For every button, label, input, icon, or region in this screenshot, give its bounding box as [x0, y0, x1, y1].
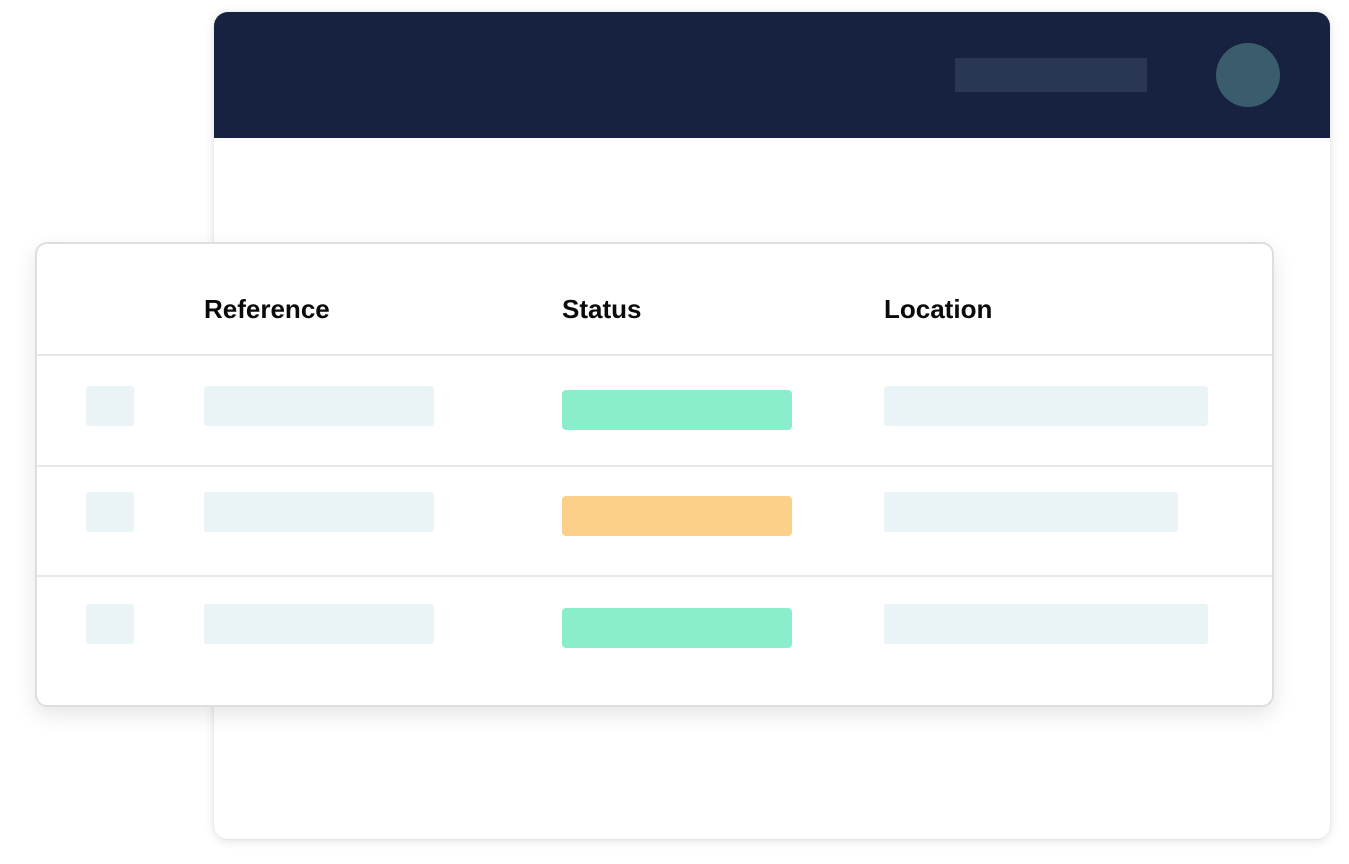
row-checkbox-placeholder[interactable] [86, 492, 134, 532]
search-input-placeholder[interactable] [955, 58, 1147, 92]
status-badge [562, 608, 792, 648]
stage: Reference Status Location [0, 0, 1349, 864]
column-header-reference: Reference [204, 294, 330, 324]
reference-placeholder [204, 386, 434, 426]
table-row[interactable] [37, 577, 1272, 705]
status-badge [562, 390, 792, 430]
table-row[interactable] [37, 467, 1272, 577]
app-header [214, 12, 1330, 138]
column-header-location: Location [884, 294, 993, 324]
table-header: Reference Status Location [37, 244, 1272, 356]
reference-placeholder [204, 604, 434, 644]
table-card: Reference Status Location [35, 242, 1274, 707]
status-badge [562, 496, 792, 536]
column-header-status: Status [562, 294, 642, 324]
location-placeholder [884, 604, 1208, 644]
reference-placeholder [204, 492, 434, 532]
table-row[interactable] [37, 354, 1272, 467]
avatar[interactable] [1216, 43, 1280, 107]
location-placeholder [884, 386, 1208, 426]
row-checkbox-placeholder[interactable] [86, 604, 134, 644]
location-placeholder [884, 492, 1178, 532]
row-checkbox-placeholder[interactable] [86, 386, 134, 426]
